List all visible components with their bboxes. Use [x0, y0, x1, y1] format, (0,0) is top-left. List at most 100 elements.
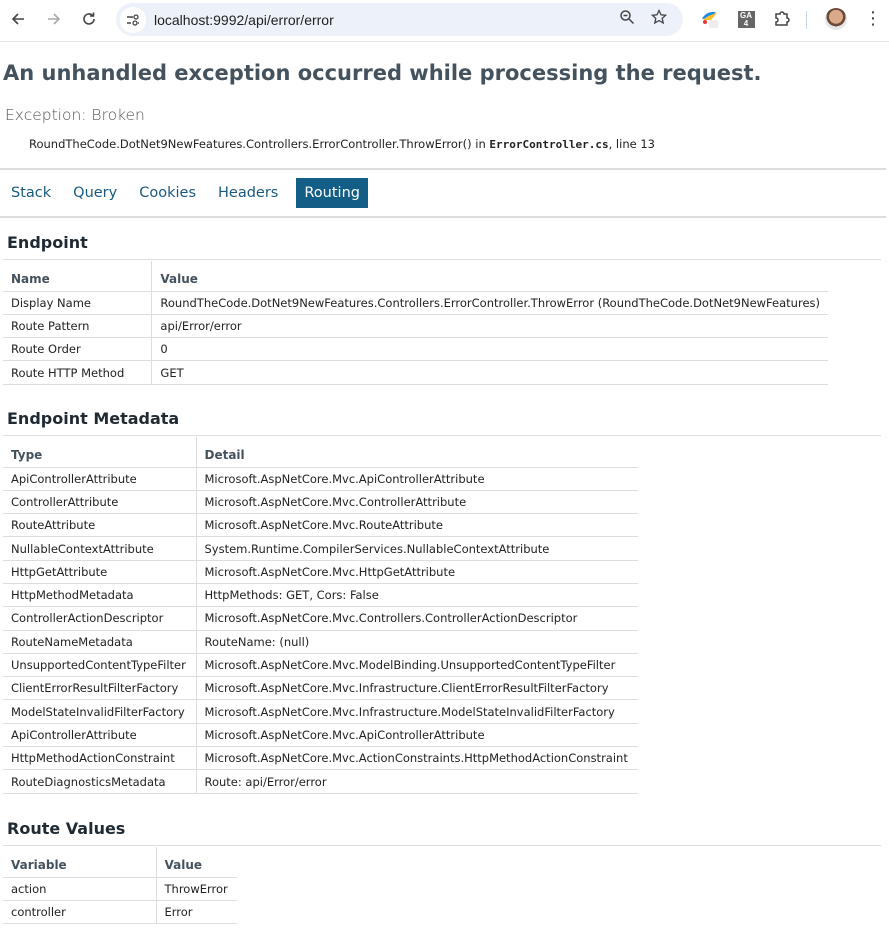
exception-file: ErrorController.cs: [489, 138, 609, 151]
cell-value: api/Error/error: [151, 314, 828, 339]
tab-bar: Stack Query Cookies Headers Routing: [3, 178, 374, 208]
url-text[interactable]: localhost:9992/api/error/error: [154, 12, 334, 28]
table-row: Route Pattern api/Error/error: [3, 314, 828, 339]
back-arrow-icon: [11, 13, 24, 25]
table-header-row: Type Detail: [3, 437, 638, 468]
ga4-extension-icon: GA 4: [737, 10, 755, 28]
tab-headers[interactable]: Headers: [210, 178, 286, 208]
divider: [0, 168, 886, 170]
cell-value: GET: [151, 360, 828, 385]
table-row: ClientErrorResultFilterFactory Microsoft.…: [3, 676, 638, 701]
cell-name: Route Order: [3, 337, 152, 362]
table-row: NullableContextAttribute System.Runtime.C…: [3, 536, 638, 561]
cell-name: Route Pattern: [3, 314, 152, 339]
divider: [0, 216, 886, 218]
cell-type: NullableContextAttribute: [3, 536, 196, 561]
table-row: ControllerActionDescriptor Microsoft.AspN…: [3, 606, 638, 631]
table-row: ModelStateInvalidFilterFactory Microsoft.…: [3, 699, 638, 724]
table-header-row: Name Value: [3, 261, 828, 292]
table-row: RouteDiagnosticsMetadata Route: api/Error…: [3, 769, 638, 794]
cell-detail: Microsoft.AspNetCore.Mvc.ApiControllerAt…: [195, 723, 638, 748]
cell-detail: Microsoft.AspNetCore.Mvc.ModelBinding.Un…: [195, 653, 638, 678]
cell-value: Error: [155, 900, 237, 925]
cell-name: Display Name: [3, 291, 152, 315]
divider: [3, 845, 881, 846]
divider: [3, 259, 881, 260]
cell-value: 0: [151, 337, 828, 362]
extension-button-ga[interactable]: GA 4: [735, 8, 757, 30]
cell-name: Route HTTP Method: [3, 360, 152, 385]
tab-query[interactable]: Query: [65, 178, 125, 208]
tab-cookies[interactable]: Cookies: [131, 178, 204, 208]
section-title-endpoint: Endpoint: [7, 233, 88, 252]
cell-type: RouteDiagnosticsMetadata: [3, 769, 196, 794]
cell-detail: RouteName: (null): [195, 630, 638, 654]
cell-type: ApiControllerAttribute: [3, 723, 196, 748]
zoom-out-icon: [620, 10, 635, 25]
cell-type: ModelStateInvalidFilterFactory: [3, 699, 196, 724]
table-row: RouteAttribute Microsoft.AspNetCore.Mvc.R…: [3, 513, 638, 538]
table-row: Route HTTP Method GET: [3, 360, 828, 385]
column-header: Name: [3, 261, 152, 292]
extension-button-1[interactable]: [699, 8, 721, 30]
divider: [3, 435, 881, 436]
table-row: ApiControllerAttribute Microsoft.AspNetCo…: [3, 467, 638, 491]
column-header: Detail: [195, 437, 638, 468]
tab-stack[interactable]: Stack: [3, 178, 59, 208]
cell-type: HttpGetAttribute: [3, 560, 196, 584]
column-header: Value: [155, 847, 237, 878]
cell-value: ThrowError: [155, 877, 237, 901]
cell-detail: Microsoft.AspNetCore.Mvc.ControllerAttri…: [195, 490, 638, 515]
exception-line: , line 13: [608, 137, 655, 151]
cell-detail: System.Runtime.CompilerServices.Nullable…: [195, 536, 638, 561]
kebab-menu-icon[interactable]: ⋮: [864, 9, 882, 29]
forward-arrow-icon: [48, 13, 61, 25]
profile-avatar[interactable]: [825, 8, 847, 30]
table-row: action ThrowError: [3, 877, 237, 901]
puzzle-icon: [775, 11, 790, 26]
cell-detail: Microsoft.AspNetCore.Mvc.RouteAttribute: [195, 513, 638, 538]
cell-detail: Microsoft.AspNetCore.Mvc.ActionConstrain…: [195, 746, 638, 771]
page-title: An unhandled exception occurred while pr…: [3, 61, 762, 85]
site-info-button[interactable]: [120, 6, 146, 33]
reload-button[interactable]: [77, 7, 101, 31]
exception-location: RoundTheCode.DotNet9NewFeatures.Controll…: [29, 137, 655, 151]
table-row: UnsupportedContentTypeFilter Microsoft.As…: [3, 653, 638, 678]
back-button[interactable]: [6, 7, 30, 31]
cell-detail: Microsoft.AspNetCore.Mvc.Controllers.Con…: [195, 606, 638, 631]
table-row: ApiControllerAttribute Microsoft.AspNetCo…: [3, 723, 638, 748]
table-row: HttpGetAttribute Microsoft.AspNetCore.Mvc…: [3, 560, 638, 584]
forward-button[interactable]: [42, 7, 66, 31]
tab-routing[interactable]: Routing: [296, 178, 368, 208]
reload-icon: [83, 12, 95, 25]
star-icon: [651, 9, 667, 25]
cell-type: ControllerAttribute: [3, 490, 196, 515]
table-row: ControllerAttribute Microsoft.AspNetCore.…: [3, 490, 638, 515]
table-row: RouteNameMetadata RouteName: (null): [3, 630, 638, 654]
cell-variable: controller: [3, 900, 156, 925]
cell-type: HttpMethodActionConstraint: [3, 746, 196, 771]
table-row: Display Name RoundTheCode.DotNet9NewFeatu…: [3, 291, 828, 315]
section-title-endpoint-metadata: Endpoint Metadata: [7, 409, 180, 428]
cell-type: ControllerActionDescriptor: [3, 606, 196, 631]
table-row: HttpMethodActionConstraint Microsoft.AspN…: [3, 746, 638, 771]
endpoint-table: Name Value Display Name RoundTheCode.DotN…: [3, 261, 828, 385]
table-row: HttpMethodMetadata HttpMethods: GET, Cors…: [3, 583, 638, 608]
bookmark-button[interactable]: [649, 7, 669, 27]
cell-value: RoundTheCode.DotNet9NewFeatures.Controll…: [151, 291, 828, 315]
site-settings-icon: [127, 13, 139, 26]
table-header-row: Variable Value: [3, 847, 237, 878]
cell-detail: Microsoft.AspNetCore.Mvc.HttpGetAttribut…: [195, 560, 638, 584]
toolbar-separator: [806, 11, 807, 29]
browser-toolbar: localhost:9992/api/error/error GA 4 ⋮: [0, 0, 889, 42]
cell-type: ClientErrorResultFilterFactory: [3, 676, 196, 701]
cell-type: HttpMethodMetadata: [3, 583, 196, 608]
colorful-extension-icon: [702, 11, 718, 28]
section-title-route-values: Route Values: [7, 819, 126, 838]
extensions-menu-button[interactable]: [771, 8, 793, 30]
zoom-button[interactable]: [617, 7, 637, 27]
cell-detail: Microsoft.AspNetCore.Mvc.ApiControllerAt…: [195, 467, 638, 491]
address-bar[interactable]: localhost:9992/api/error/error: [116, 3, 683, 36]
table-row: Route Order 0: [3, 337, 828, 362]
endpoint-metadata-table: Type Detail ApiControllerAttribute Micros…: [3, 437, 638, 794]
